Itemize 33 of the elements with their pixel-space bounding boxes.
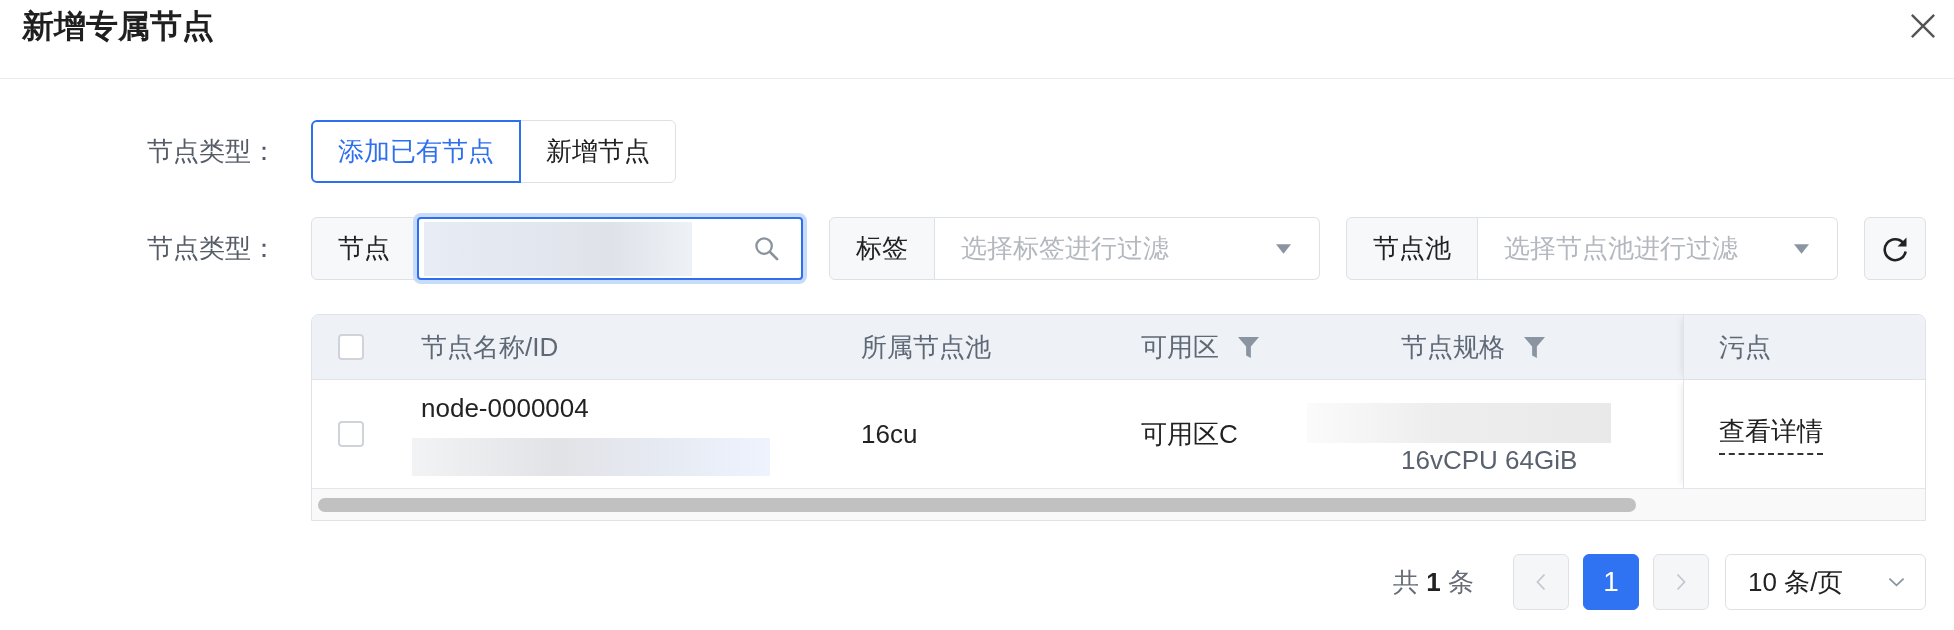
filter-icon[interactable] (1238, 335, 1259, 359)
chevron-right-icon (1676, 573, 1686, 591)
caret-icon (1794, 243, 1809, 254)
column-header: 所属节点池 (861, 330, 991, 364)
filter-label: 标签 (828, 217, 935, 280)
table-cell: 16vCPU 64GiB (1401, 444, 1578, 476)
field-label: 节点类型： (147, 135, 277, 168)
chevron-left-icon (1536, 573, 1546, 591)
search-icon (753, 236, 779, 261)
column-header: 节点规格 (1401, 330, 1505, 364)
column-header: 污点 (1719, 330, 1771, 364)
chevron-down-icon (1888, 577, 1905, 587)
refresh-button[interactable] (1864, 217, 1926, 280)
scrollbar-thumb[interactable] (318, 497, 1636, 512)
table-cell: 16cu (861, 418, 918, 450)
view-details-link[interactable]: 查看详情 (1719, 413, 1823, 455)
page-size-select[interactable]: 10 条/页 (1725, 554, 1926, 610)
close-icon[interactable] (1910, 13, 1936, 39)
filter-label: 节点池 (1346, 217, 1479, 280)
page-button[interactable]: 1 (1583, 554, 1639, 610)
filter-icon[interactable] (1524, 335, 1545, 359)
node-name: node-0000004 (421, 392, 589, 424)
row-checkbox[interactable] (338, 421, 364, 447)
column-header: 可用区 (1141, 330, 1219, 364)
table-cell-text: 可用区C (1141, 417, 1238, 451)
field-label: 节点类型： (147, 232, 277, 265)
dialog-title: 新增专属节点 (22, 7, 214, 46)
segment-option[interactable]: 添加已有节点 (311, 120, 521, 183)
caret-icon (1276, 243, 1292, 254)
total-count: 共 1 条 (1393, 565, 1474, 599)
select-all-checkbox[interactable] (338, 334, 364, 360)
segment-option[interactable]: 新增节点 (520, 120, 676, 183)
column-header: 节点名称/ID (421, 330, 559, 364)
